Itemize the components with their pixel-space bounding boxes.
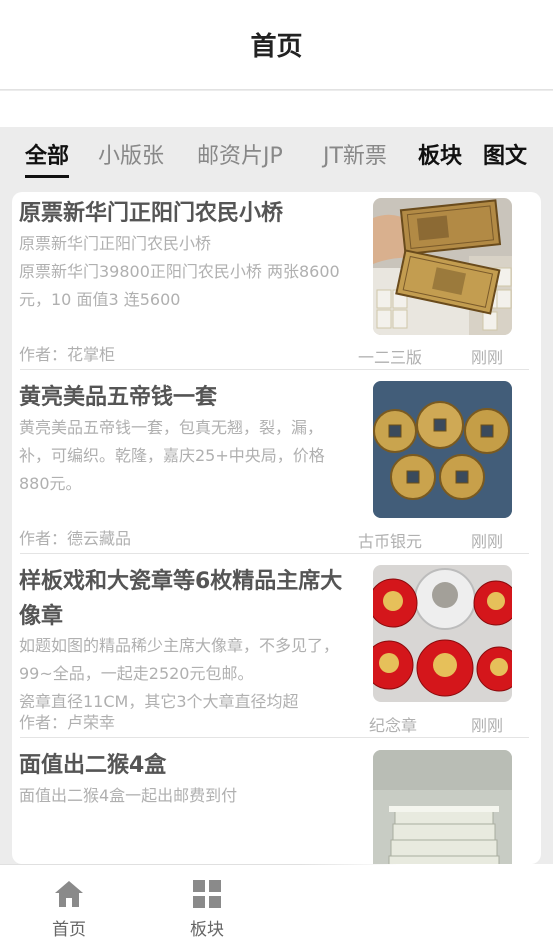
item-title: 原票新华门正阳门农民小桥: [19, 201, 284, 226]
category-tabs: 全部 小版张 邮资片JP JT新票 板块 图文: [0, 128, 553, 186]
page-title: 首页: [250, 32, 303, 62]
list-item[interactable]: 黄亮美品五帝钱一套 黄亮美品五帝钱一套，包真无翘，裂，漏，补，可编织。乾隆，嘉庆…: [12, 370, 541, 554]
item-title: 黄亮美品五帝钱一套: [19, 385, 218, 410]
tab-sections[interactable]: 板块: [418, 142, 462, 172]
top-app-bar: 首页: [0, 0, 553, 90]
item-author: 作者：德云藏品: [19, 529, 132, 548]
nav-sections[interactable]: 板块: [167, 879, 247, 940]
bottom-fade-overlay: [300, 864, 553, 950]
tab-jt-new-stamps[interactable]: JT新票: [323, 142, 387, 172]
list-item[interactable]: 面值出二猴4盒 面值出二猴4盒一起出邮费到付: [12, 738, 541, 864]
active-tab-indicator: [25, 175, 70, 178]
item-time: 刚刚: [471, 532, 504, 551]
item-title: 面值出二猴4盒: [19, 753, 167, 778]
tab-all[interactable]: 全部: [25, 142, 70, 178]
nav-sections-label: 板块: [190, 920, 224, 940]
banknote-photo: [373, 198, 512, 335]
nav-home[interactable]: 首页: [29, 879, 109, 940]
item-author: 作者：卢荣幸: [19, 713, 116, 732]
home-icon: [55, 881, 83, 907]
tab-small-sheet[interactable]: 小版张: [98, 142, 164, 172]
stamp-boxes-photo: [373, 750, 512, 864]
item-category: 一二三版: [358, 348, 423, 367]
post-list: 原票新华门正阳门农民小桥 原票新华门正阳门农民小桥 原票新华门39800正阳门农…: [12, 192, 541, 864]
header-spacer: [0, 91, 553, 127]
nav-home-label: 首页: [52, 920, 86, 940]
coins-photo: [373, 381, 512, 518]
grid-icon: [193, 880, 221, 908]
item-title: 样板戏和大瓷章等6枚精品主席大像章: [19, 569, 343, 629]
list-item[interactable]: 样板戏和大瓷章等6枚精品主席大像章 如题如图的精品稀少主席大像章，不多见了，99…: [12, 554, 541, 738]
tab-label: 全部: [25, 144, 70, 169]
tab-image-text[interactable]: 图文: [483, 142, 527, 172]
item-time: 刚刚: [471, 716, 504, 735]
item-category: 古币银元: [358, 532, 423, 551]
item-time: 刚刚: [471, 348, 504, 367]
badges-photo: [373, 565, 512, 702]
item-description: 面值出二猴4盒一起出邮费到付: [19, 786, 238, 805]
list-item[interactable]: 原票新华门正阳门农民小桥 原票新华门正阳门农民小桥 原票新华门39800正阳门农…: [12, 192, 541, 370]
item-author: 作者：花掌柜: [19, 345, 116, 364]
item-category: 纪念章: [369, 716, 418, 735]
tab-postal-card-jp[interactable]: 邮资片JP: [197, 142, 283, 172]
item-description: 黄亮美品五帝钱一套，包真无翘，裂，漏，补，可编织。乾隆，嘉庆25+中央局，价格8…: [19, 418, 325, 493]
item-description: 原票新华门正阳门农民小桥 原票新华门39800正阳门农民小桥 两张8600 元，…: [19, 234, 340, 309]
item-description: 如题如图的精品稀少主席大像章，不多见了，99~全品，一起走2520元包邮。 瓷章…: [19, 636, 340, 711]
